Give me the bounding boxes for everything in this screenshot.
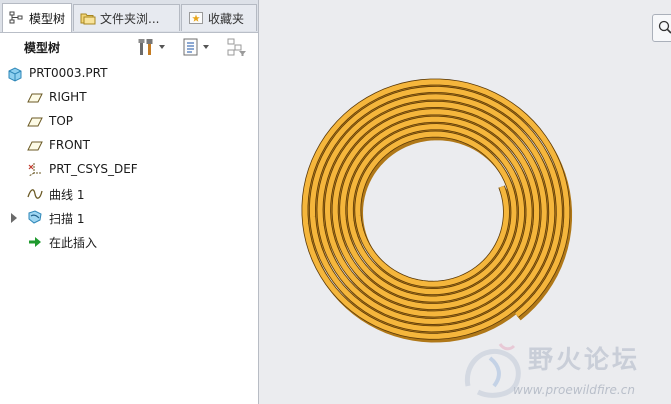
model-tree-icon [9,11,23,24]
tree-item-curve[interactable]: 曲线 1 [0,182,258,206]
tree-filter-button[interactable] [226,37,250,57]
watermark-url: www.proewildfire.cn [513,383,635,397]
expand-arrow-icon[interactable] [11,213,17,223]
list-settings-icon [183,38,198,56]
tree-item-label: 在此插入 [49,236,98,250]
tree-item-front[interactable]: FRONT [0,134,258,158]
sweep-icon [28,210,42,224]
tree-item-label: 曲线 1 [49,188,85,202]
tree-item-label: FRONT [49,138,90,152]
tab-favorites[interactable]: 收藏夹 [181,4,257,31]
search-icon [658,20,671,34]
tree-item-label: PRT_CSYS_DEF [49,162,138,176]
model-tree-title: 模型树 [24,41,61,55]
tab-model-tree[interactable]: 模型树 [2,3,72,32]
datum-plane-icon [27,141,43,151]
chevron-down-icon [203,45,209,49]
tree-show-button[interactable] [181,37,217,57]
tree-item-csys[interactable]: PRT_CSYS_DEF [0,158,258,182]
chevron-down-icon [159,45,165,49]
part-icon [8,67,22,82]
tree-item-label: PRT0003.PRT [29,66,108,80]
tree-item-part[interactable]: PRT0003.PRT [0,62,258,86]
datum-plane-icon [27,93,43,103]
tree-item-insert-here[interactable]: 在此插入 [0,230,258,254]
tree-item-label: TOP [49,114,74,128]
insert-here-icon [29,237,41,247]
tree-item-label: RIGHT [49,90,87,104]
tree-item-right[interactable]: RIGHT [0,86,258,110]
tab-model-tree-label: 模型树 [29,11,66,26]
search-button[interactable] [652,14,671,42]
tree-item-label: 扫描 1 [49,212,85,226]
tab-favorites-label: 收藏夹 [208,11,245,26]
tab-folder-browser-label: 文件夹浏... [100,11,160,26]
folder-browser-icon [80,13,96,25]
spiral-body [302,79,570,339]
model-tree-toolbar: 模型树 [0,33,258,60]
watermark-title: 野火论坛 [528,345,641,374]
tree-item-top[interactable]: TOP [0,110,258,134]
tools-icon [138,39,153,55]
filter-icon [227,38,246,56]
tree-settings-button[interactable] [137,37,173,57]
datum-plane-icon [27,117,43,127]
tab-folder-browser[interactable]: 文件夹浏... [73,4,180,31]
navigator-tab-bar: 模型树 文件夹浏... 收藏夹 [0,0,258,33]
curve-icon [27,189,43,199]
csys-icon [28,163,42,177]
model-tree-panel: 模型树 文件夹浏... 收藏夹 模型树 PRT0003.PRT RIGHT TO… [0,0,259,404]
tree-item-sweep[interactable]: 扫描 1 [0,206,258,230]
favorites-icon [189,12,203,24]
